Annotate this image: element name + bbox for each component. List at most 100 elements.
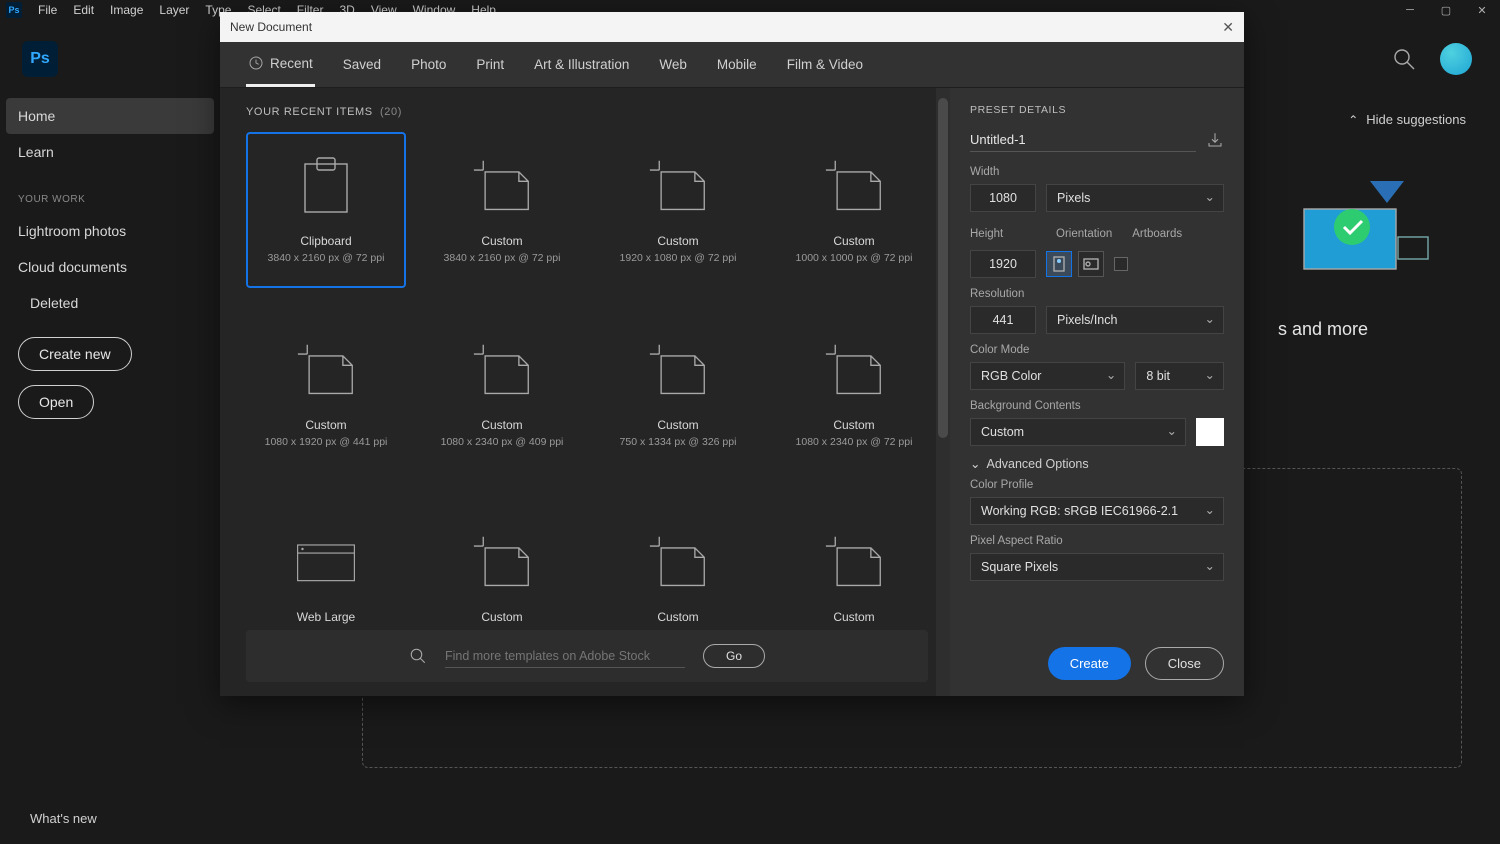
preset-card[interactable]: Custom 1080 x 1920 px @ 441 ppi [246, 316, 406, 472]
orientation-label: Orientation [1056, 228, 1112, 240]
height-input[interactable] [970, 250, 1036, 278]
sidebar-item-home[interactable]: Home [6, 98, 214, 134]
dialog-tabs: Recent Saved Photo Print Art & Illustrat… [220, 42, 1244, 88]
menu-image[interactable]: Image [102, 3, 151, 17]
doc-icon [472, 340, 532, 400]
color-mode-dropdown[interactable]: RGB Color [970, 362, 1125, 390]
close-window-button[interactable]: ✕ [1464, 0, 1500, 20]
save-preset-icon[interactable] [1206, 131, 1224, 149]
search-icon[interactable] [1392, 47, 1416, 71]
menu-edit[interactable]: Edit [65, 3, 102, 17]
create-button[interactable]: Create [1048, 647, 1131, 680]
maximize-button[interactable]: ▢ [1428, 0, 1464, 20]
orientation-landscape-button[interactable] [1078, 251, 1104, 277]
doc-icon [824, 156, 884, 216]
tab-film[interactable]: Film & Video [785, 42, 865, 87]
chevron-down-icon: ⌄ [970, 456, 980, 471]
width-unit-dropdown[interactable]: Pixels [1046, 184, 1224, 212]
height-label: Height [970, 228, 1036, 240]
tab-photo[interactable]: Photo [409, 42, 448, 87]
suggestions-panel: ⌃ Hide suggestions s and more [1278, 112, 1466, 340]
preset-card[interactable]: Custom 1080 x 2340 px @ 409 ppi [422, 316, 582, 472]
pixel-aspect-ratio-label: Pixel Aspect Ratio [970, 535, 1224, 547]
preset-card-dims: 1080 x 1920 px @ 441 ppi [265, 436, 388, 448]
background-color-swatch[interactable] [1196, 418, 1224, 446]
gallery-heading: YOUR RECENT ITEMS (20) [246, 106, 936, 118]
color-profile-dropdown[interactable]: Working RGB: sRGB IEC61966-2.1 [970, 497, 1224, 525]
tab-mobile[interactable]: Mobile [715, 42, 759, 87]
advanced-options-toggle[interactable]: ⌄ Advanced Options [970, 456, 1224, 471]
open-button[interactable]: Open [18, 385, 94, 419]
stock-search-input[interactable] [445, 645, 685, 668]
sidebar-item-learn[interactable]: Learn [0, 134, 220, 170]
preset-card[interactable]: Custom 1920 x 1080 px @ 72 ppi [598, 132, 758, 288]
gallery-scrollbar[interactable] [936, 88, 950, 696]
stock-go-button[interactable]: Go [703, 644, 765, 668]
dialog-titlebar: New Document ✕ [220, 12, 1244, 42]
ps-badge: Ps [6, 2, 22, 18]
resolution-unit-dropdown[interactable]: Pixels/Inch [1046, 306, 1224, 334]
resolution-input[interactable] [970, 306, 1036, 334]
preset-card-dims: 3840 x 2160 px @ 72 ppi [268, 252, 385, 264]
preset-card-name: Custom [833, 234, 874, 248]
preset-details-panel: PRESET DETAILS Width Pixels Height Orien… [950, 88, 1244, 696]
preset-card-dims: 3840 x 2160 px @ 72 ppi [444, 252, 561, 264]
doc-icon [472, 156, 532, 216]
preset-card-name: Custom [657, 610, 698, 624]
preset-card[interactable]: Custom 3840 x 2160 px @ 72 ppi [422, 132, 582, 288]
promo-text-tail: s and more [1278, 319, 1466, 340]
preset-card[interactable]: Custom 750 x 1334 px @ 326 ppi [598, 316, 758, 472]
doc-icon [648, 340, 708, 400]
tab-web[interactable]: Web [657, 42, 689, 87]
document-name-input[interactable] [970, 128, 1196, 152]
preset-card[interactable]: Custom 1000 x 1000 px @ 72 ppi [774, 132, 934, 288]
avatar[interactable] [1440, 43, 1472, 75]
preset-card-name: Clipboard [300, 234, 351, 248]
preset-card-name: Custom [833, 610, 874, 624]
preset-card-name: Custom [833, 418, 874, 432]
tab-art[interactable]: Art & Illustration [532, 42, 631, 87]
sidebar-item-deleted[interactable]: Deleted [0, 285, 220, 321]
menu-layer[interactable]: Layer [151, 3, 197, 17]
doc-icon [472, 532, 532, 592]
sidebar-item-cloud[interactable]: Cloud documents [0, 249, 220, 285]
preset-card-name: Custom [657, 234, 698, 248]
preset-card-dims: 1080 x 2340 px @ 72 ppi [796, 436, 913, 448]
stock-search-bar: Go [246, 630, 928, 682]
preset-card[interactable]: Custom 1080 x 2340 px @ 72 ppi [774, 316, 934, 472]
hide-suggestions-label: Hide suggestions [1366, 112, 1466, 127]
tab-saved[interactable]: Saved [341, 42, 383, 87]
preset-card-dims: 750 x 1334 px @ 326 ppi [620, 436, 737, 448]
sidebar-your-work-label: YOUR WORK [0, 170, 220, 213]
preset-card-name: Custom [657, 418, 698, 432]
tab-recent[interactable]: Recent [246, 42, 315, 87]
color-depth-dropdown[interactable]: 8 bit [1135, 362, 1224, 390]
orientation-portrait-button[interactable] [1046, 251, 1072, 277]
preset-card-dims: 1920 x 1080 px @ 72 ppi [620, 252, 737, 264]
preset-card-name: Custom [481, 234, 522, 248]
preset-gallery: YOUR RECENT ITEMS (20) Clipboard 3840 x 2… [220, 88, 950, 696]
preset-card-dims: 1000 x 1000 px @ 72 ppi [796, 252, 913, 264]
preset-card-name: Custom [305, 418, 346, 432]
hide-suggestions-button[interactable]: ⌃ Hide suggestions [1278, 112, 1466, 127]
dialog-title: New Document [230, 20, 312, 34]
menu-file[interactable]: File [30, 3, 65, 17]
window-controls: ─ ▢ ✕ [1392, 0, 1500, 20]
close-button[interactable]: Close [1145, 647, 1224, 680]
background-contents-label: Background Contents [970, 400, 1224, 412]
background-contents-dropdown[interactable]: Custom [970, 418, 1186, 446]
pixel-aspect-ratio-dropdown[interactable]: Square Pixels [970, 553, 1224, 581]
width-input[interactable] [970, 184, 1036, 212]
sidebar-item-lightroom[interactable]: Lightroom photos [0, 213, 220, 249]
whats-new-link[interactable]: What's new [30, 811, 97, 826]
tab-print[interactable]: Print [474, 42, 506, 87]
preset-card-name: Custom [481, 418, 522, 432]
minimize-button[interactable]: ─ [1392, 0, 1428, 20]
create-new-button[interactable]: Create new [18, 337, 132, 371]
preset-card[interactable]: Clipboard 3840 x 2160 px @ 72 ppi [246, 132, 406, 288]
dialog-close-button[interactable]: ✕ [1222, 19, 1234, 36]
home-sidebar: Home Learn YOUR WORK Lightroom photos Cl… [0, 98, 220, 435]
preset-card-dims: 1080 x 2340 px @ 409 ppi [441, 436, 564, 448]
artboards-checkbox[interactable] [1114, 257, 1128, 271]
browser-icon [296, 532, 356, 592]
